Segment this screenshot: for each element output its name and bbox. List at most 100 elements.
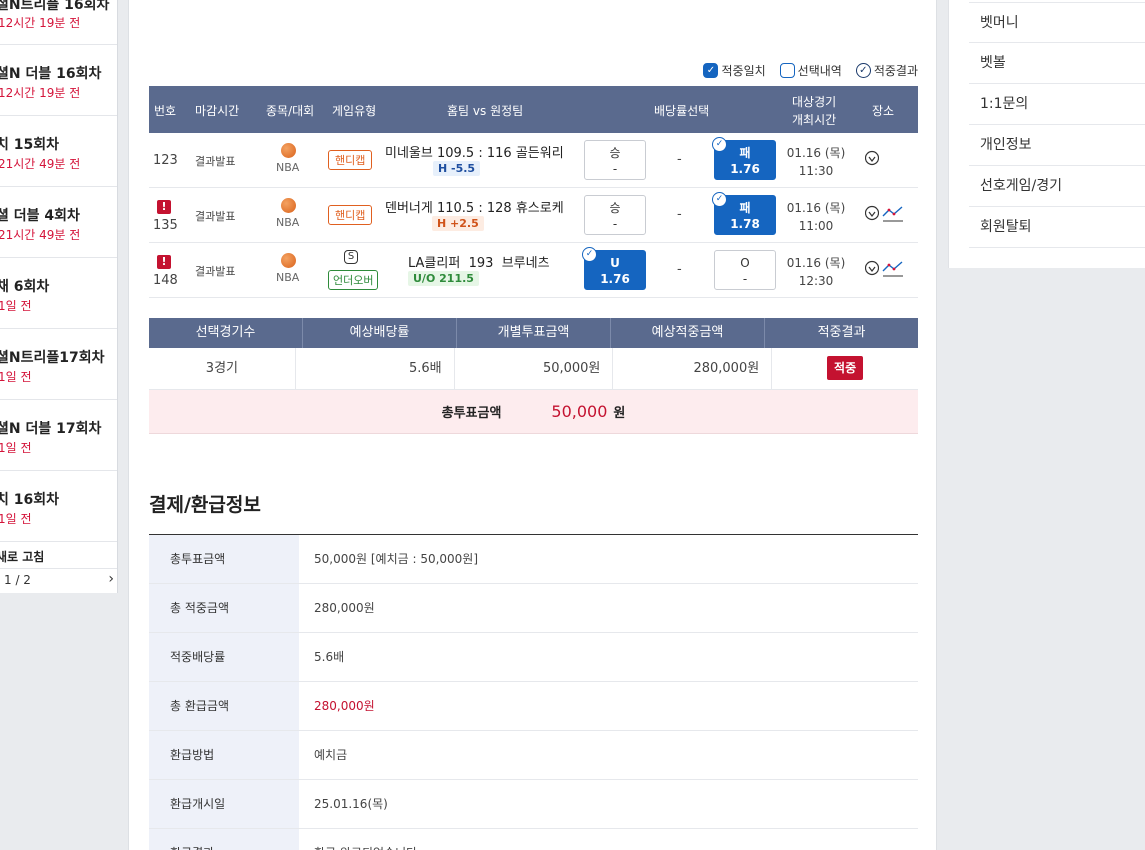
game-status: 결과발표 [195,265,236,278]
away-team: 휴스로케 [515,201,564,216]
legend-match: ✓ 적중일치 [703,62,766,79]
odds-value: - [742,272,748,286]
summary-bet: 50,000원 [455,348,614,389]
menu-item-favorites[interactable]: 선호게임/경기 [969,166,1145,207]
info-value: 50,000원 [예치금 : 50,000원] [314,552,479,566]
info-row: 환급결과 환급 완료되었습니다 [149,829,918,850]
odds-label: O [740,256,750,270]
game-number: 123 [153,153,178,168]
match-teams: 덴버너게 110.5 : 128 휴스로케 [385,197,564,216]
pagination: 1 / 2 › [0,568,117,592]
recent-game-title: 셜N트리플17회차 [0,350,105,366]
legend-selection: 선택내역 [779,62,842,79]
check-circle-icon: ✓ [582,247,597,262]
odds-value: - [612,217,618,231]
match-teams: LA클리퍼 193 브루네츠 [408,252,550,271]
col-num: 번호 [154,104,177,118]
col-venue: 장소 [872,104,895,118]
home-team: 덴버너게 [385,201,433,216]
recent-game-item[interactable]: 치 16회차 1일 전 [0,471,117,542]
info-row: 환급개시일 25.01.16(목) [149,780,918,829]
summary-games: 3경기 [149,348,296,389]
menu-item-inquiry[interactable]: 1:1문의 [969,84,1145,125]
info-value: 5.6배 [314,650,345,664]
recent-game-item[interactable]: 셜 더블 4회차 21시간 49분 전 [0,187,117,258]
game-date: 01.16 (목) [786,146,846,160]
recent-game-item[interactable]: 셜N트리플 16회차 12시간 19분 전 [0,0,117,45]
stats-chart-icon[interactable] [882,260,904,278]
game-time: 12:30 [798,274,834,288]
legend-label: 적중결과 [873,64,918,78]
score-separator: : [478,201,483,216]
check-circle-icon: ✓ [712,137,727,152]
recent-game-title: 셜N트리플 16회차 [0,0,110,13]
col-deadline: 마감시간 [195,104,240,118]
odds-draw: - [677,262,682,277]
menu-item-profile[interactable]: 개인정보 [969,125,1145,166]
odds-home-button[interactable]: 승 - [584,140,646,180]
legend-label: 적중일치 [721,64,766,78]
special-type-icon: S [344,250,358,264]
basketball-icon [281,143,296,158]
away-team: 골든워리 [515,146,564,161]
recent-game-time: 1일 전 [0,512,32,526]
recent-game-item[interactable]: 셜N 더블 17회차 1일 전 [0,400,117,471]
recent-game-time: 1일 전 [0,370,32,384]
warning-icon: ! [157,200,171,214]
recent-game-time: 1일 전 [0,441,32,455]
bet-row: 123 결과발표 NBA 핸디캡 미네울브 109.5 : 116 골든워리 H… [149,133,918,188]
total-bet-label: 총투표금액 [441,406,502,421]
info-key: 적중배당률 [149,633,299,681]
odds-value: 1.76 [600,272,630,286]
odds-home-button[interactable]: 승 - [584,195,646,235]
col-type: 게임유형 [332,104,377,118]
info-row: 적중배당률 5.6배 [149,633,918,682]
home-team: 미네울브 [385,146,433,161]
refresh-button[interactable]: 새로 고침 [0,548,44,565]
home-score: 109.5 [436,146,475,161]
summary-row: 3경기 5.6배 50,000원 280,000원 적중 [149,348,918,390]
total-bet-amount: 50,000 [551,402,608,421]
league-name: NBA [276,271,300,284]
home-score: 193 [468,256,494,271]
handicap-label: U/O 211.5 [408,271,479,286]
total-bet-bar: 총투표금액 50,000 원 [149,390,918,434]
recent-game-time: 1일 전 [0,299,32,313]
recent-game-item[interactable]: 치 15회차 21시간 49분 전 [0,116,117,187]
game-datetime: 01.16 (목) 11:30 [785,144,847,180]
odds-draw: - [677,207,682,222]
recent-game-time: 21시간 49분 전 [0,157,81,171]
next-page-button[interactable]: › [108,571,114,587]
recent-game-item[interactable]: 채 6회차 1일 전 [0,258,117,329]
summary-expected: 280,000원 [613,348,773,389]
location-pin-icon[interactable] [865,205,879,223]
odds-over-button[interactable]: O - [714,250,776,290]
stats-chart-icon[interactable] [882,205,904,223]
summary-col: 적중결과 [817,325,866,340]
bet-table-header: 번호 마감시간 종목/대회 게임유형 홈팀 vs 원정팀 배당률선택 대상경기 … [149,86,918,133]
game-status: 결과발표 [195,155,236,168]
summary-odds: 5.6배 [296,348,455,389]
odds-under-button[interactable]: ✓ U 1.76 [582,247,646,290]
location-pin-icon[interactable] [865,260,879,278]
location-pin-icon[interactable] [865,150,879,168]
league-name: NBA [276,216,300,229]
menu-item-betmoney[interactable]: 벳머니 [969,2,1145,43]
odds-away-button[interactable]: ✓ 패 1.78 [712,192,776,235]
odds-value: 1.78 [730,217,760,231]
game-status: 결과발표 [195,210,236,223]
match-teams: 미네울브 109.5 : 116 골든워리 [385,142,564,161]
home-team: LA클리퍼 [408,256,461,271]
odds-away-button[interactable]: ✓ 패 1.76 [712,137,776,180]
game-type-badge: 핸디캡 [328,205,373,225]
summary-col: 개별투표금액 [457,318,611,348]
menu-item-betball[interactable]: 벳볼 [969,43,1145,84]
menu-item-withdraw[interactable]: 회원탈퇴 [969,207,1145,248]
recent-game-item[interactable]: 셜N 더블 16회차 12시간 19분 전 [0,45,117,116]
away-score: 116 [486,146,512,161]
recent-game-time: 12시간 19분 전 [0,86,81,100]
recent-game-item[interactable]: 셜N트리플17회차 1일 전 [0,329,117,400]
info-key: 총 적중금액 [149,584,299,632]
game-time: 11:00 [798,219,834,233]
recent-game-title: 채 6회차 [0,279,50,295]
